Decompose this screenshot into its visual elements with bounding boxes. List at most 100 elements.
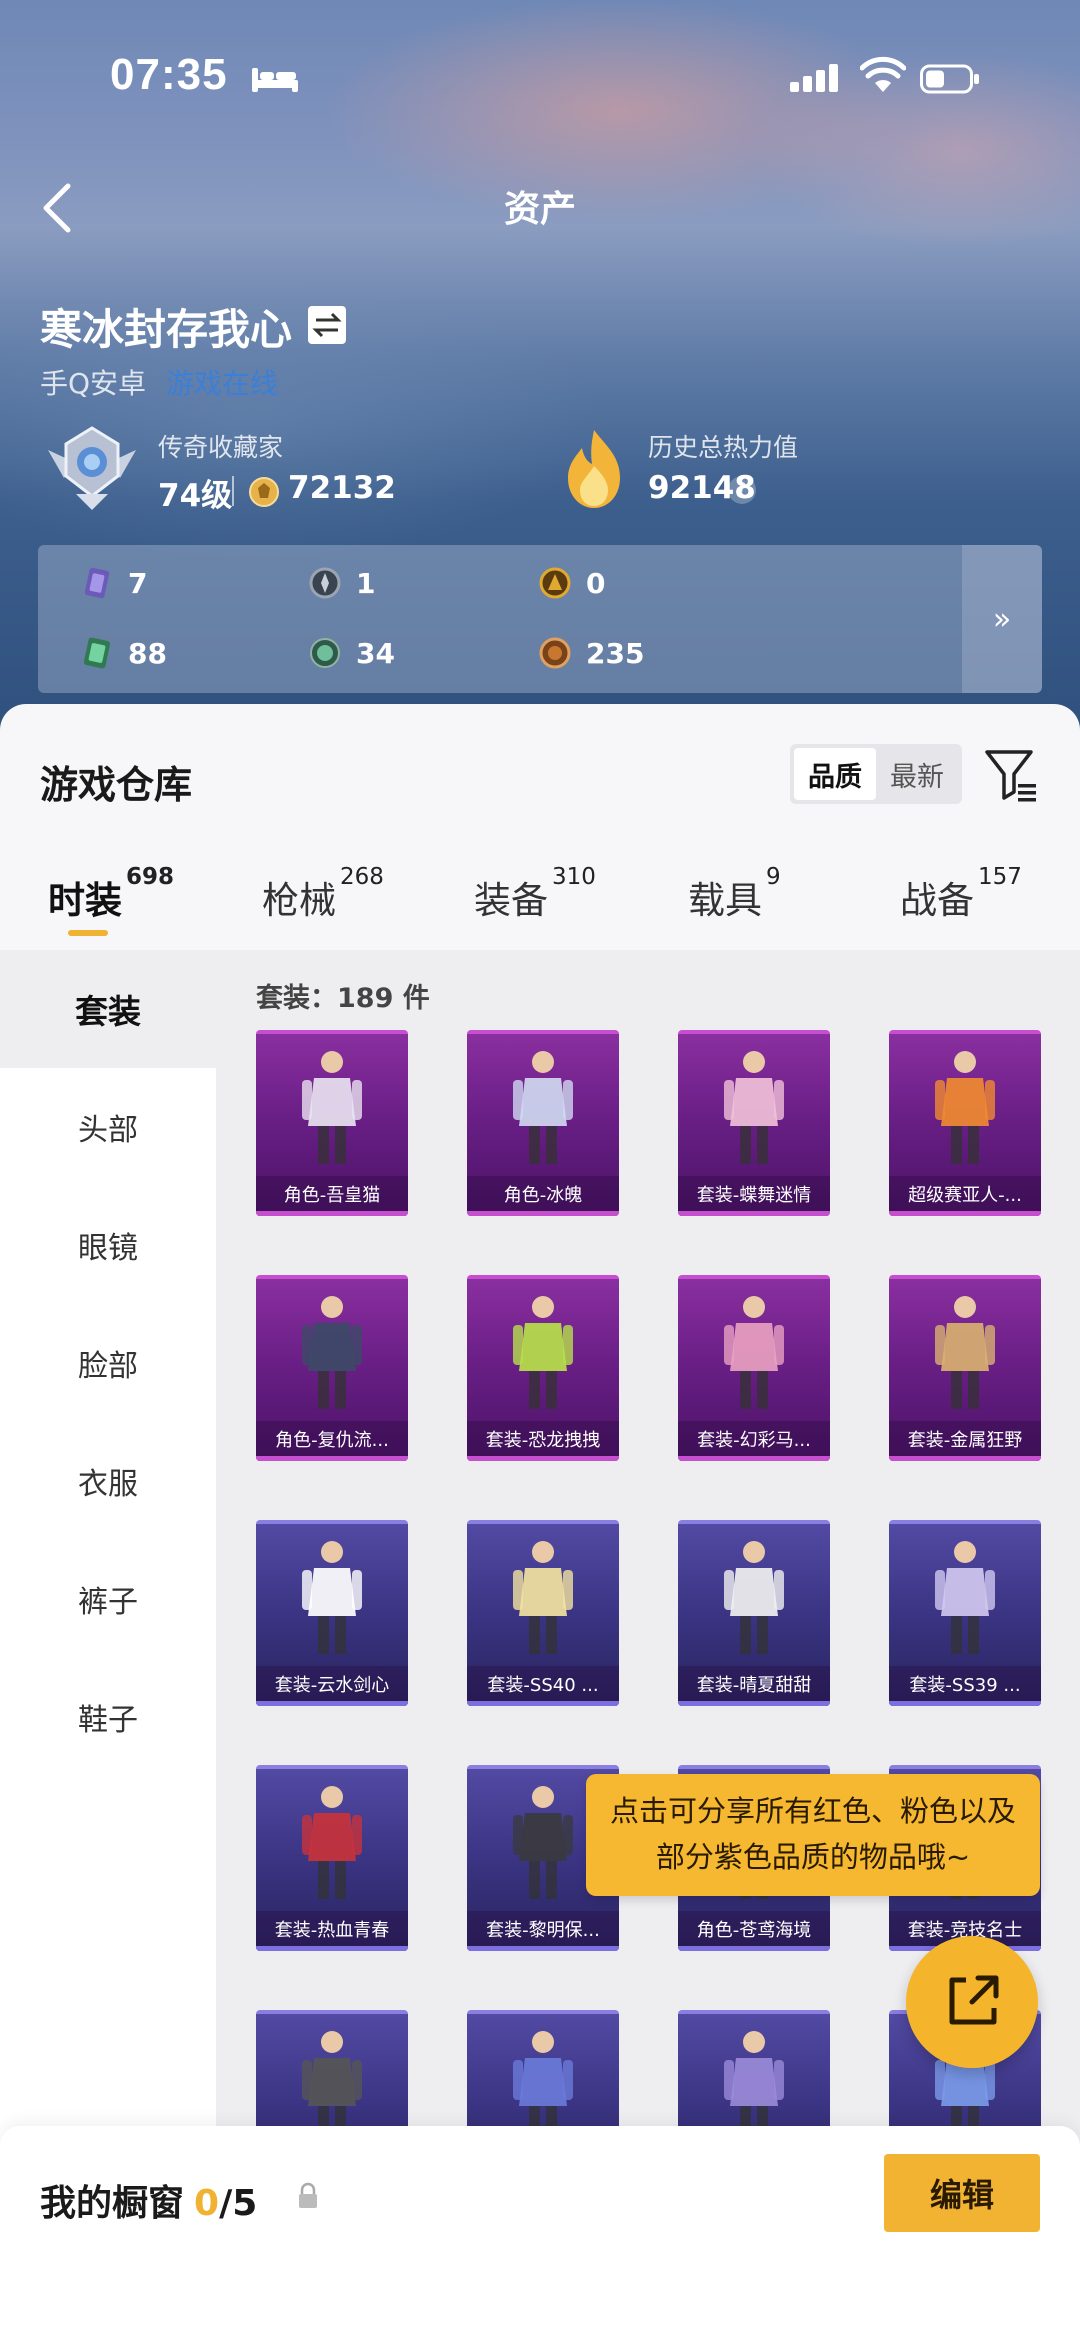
- resource-item: 235: [538, 633, 644, 673]
- item-card[interactable]: 套装-热血青春: [256, 1765, 408, 1951]
- rank-label: 传奇收藏家: [158, 433, 284, 462]
- item-name: 套装-蝶舞迷情: [678, 1176, 830, 1216]
- tab-label: 时装: [48, 879, 122, 922]
- rarity-bar: [256, 1211, 408, 1216]
- outfit-figure-icon: [513, 1541, 573, 1654]
- rarity-bar: [889, 1211, 1041, 1216]
- item-name: 角色-苍鸢海境: [678, 1911, 830, 1951]
- share-icon[interactable]: [906, 1936, 1038, 2068]
- ticket-icon: [83, 637, 111, 669]
- sidebar-item-clothes[interactable]: 衣服: [0, 1422, 216, 1540]
- item-card[interactable]: 套装-幻彩马...: [678, 1275, 830, 1461]
- warehouse-sheet: 游戏仓库 品质 最新 时装698 枪械268 装备310 载具9 战备157 套…: [0, 704, 1080, 2346]
- orb-icon: [310, 638, 340, 668]
- grid-header: 套装：189 件: [256, 983, 430, 1014]
- item-card[interactable]: 角色-冰魄: [467, 1030, 619, 1216]
- item-name: 超级赛亚人-...: [889, 1176, 1041, 1216]
- showcase-bar: 我的橱窗 0/5 编辑: [0, 2126, 1080, 2346]
- heat-label: 历史总热力值: [648, 433, 799, 462]
- tab-fashion[interactable]: 时装698: [48, 864, 174, 924]
- level: 74级: [158, 478, 233, 514]
- outfit-figure-icon: [724, 1051, 784, 1164]
- coin-count: 72132: [288, 470, 396, 506]
- rarity-bar: [889, 1456, 1041, 1461]
- resource-value: 34: [356, 636, 395, 670]
- resource-value: 0: [586, 566, 606, 600]
- tab-vehicles[interactable]: 载具9: [688, 864, 781, 924]
- tab-label: 枪械: [262, 879, 336, 922]
- outfit-figure-icon: [513, 1296, 573, 1409]
- showcase-label: 我的橱窗: [40, 2183, 185, 2224]
- sort-newest-button[interactable]: 最新: [876, 748, 958, 800]
- resources-more-button[interactable]: »: [962, 545, 1042, 693]
- rarity-bar: [256, 1946, 408, 1951]
- help-icon[interactable]: ?: [728, 476, 756, 504]
- item-card[interactable]: 套装-蝶舞迷情: [678, 1030, 830, 1216]
- warehouse-title: 游戏仓库: [40, 763, 193, 807]
- edit-button[interactable]: 编辑: [884, 2154, 1040, 2232]
- rarity-bar: [678, 1946, 830, 1951]
- item-card[interactable]: 套装-金属狂野: [889, 1275, 1041, 1461]
- compass-icon: [309, 567, 341, 599]
- filter-icon[interactable]: [984, 748, 1038, 804]
- showcase-current: 0: [194, 2183, 220, 2224]
- item-name: 套装-热血青春: [256, 1911, 408, 1951]
- resource-item: 1: [308, 563, 375, 603]
- resource-value: 7: [128, 566, 148, 600]
- tab-count: 310: [552, 864, 596, 890]
- sort-toggle[interactable]: 品质 最新: [790, 744, 962, 804]
- outfit-figure-icon: [302, 1051, 362, 1164]
- switch-account-icon[interactable]: [308, 306, 346, 344]
- item-card[interactable]: 角色-吾皇猫: [256, 1030, 408, 1216]
- lock-icon: [299, 2182, 317, 2208]
- sidebar-item-pants[interactable]: 裤子: [0, 1540, 216, 1658]
- platform-info: 手Q安卓 游戏在线: [40, 362, 278, 402]
- username: 寒冰封存我心: [40, 305, 293, 354]
- page-title: 资产: [503, 189, 576, 230]
- bed-icon: [252, 68, 298, 92]
- battery-icon: [920, 64, 979, 94]
- item-card[interactable]: 套装-云水剑心: [256, 1520, 408, 1706]
- sidebar-item-face[interactable]: 脸部: [0, 1304, 216, 1422]
- rarity-bar: [678, 1211, 830, 1216]
- item-name: 套装-恐龙拽拽: [467, 1421, 619, 1461]
- tab-equipment[interactable]: 装备310: [474, 864, 596, 924]
- outfit-figure-icon: [302, 1541, 362, 1654]
- profile-header: 07:35 资产 寒冰封存我心 手Q安卓 游戏在线 传奇收藏家 74级 7213…: [0, 0, 1080, 760]
- bronze-coin-icon: [539, 637, 571, 669]
- collector-badge-icon: [48, 426, 136, 510]
- tab-weapons[interactable]: 枪械268: [262, 864, 384, 924]
- clock: 07:35: [110, 50, 228, 99]
- online-status: 游戏在线: [166, 367, 279, 400]
- item-name: 套装-金属狂野: [889, 1421, 1041, 1461]
- sidebar-item-head[interactable]: 头部: [0, 1068, 216, 1186]
- outfit-figure-icon: [513, 1786, 573, 1899]
- tab-supplies[interactable]: 战备157: [900, 864, 1022, 924]
- item-card[interactable]: 套装-恐龙拽拽: [467, 1275, 619, 1461]
- card-icon: [84, 567, 110, 599]
- share-tooltip: 点击可分享所有红色、粉色以及 部分紫色品质的物品哦~: [586, 1774, 1040, 1896]
- sidebar-item-shoes[interactable]: 鞋子: [0, 1658, 216, 1776]
- rarity-bar: [256, 1701, 408, 1706]
- item-name: 套装-晴夏甜甜: [678, 1666, 830, 1706]
- outfit-figure-icon: [513, 1051, 573, 1164]
- item-card[interactable]: 超级赛亚人-...: [889, 1030, 1041, 1216]
- item-card[interactable]: 角色-复仇流...: [256, 1275, 408, 1461]
- item-card[interactable]: 套装-SS40 ...: [467, 1520, 619, 1706]
- tab-label: 装备: [474, 879, 548, 922]
- rarity-bar: [889, 1701, 1041, 1706]
- wifi-icon: [860, 56, 906, 92]
- sidebar-item-suit[interactable]: 套装: [0, 950, 216, 1068]
- outfit-figure-icon: [724, 1541, 784, 1654]
- item-name: 角色-吾皇猫: [256, 1176, 408, 1216]
- outfit-figure-icon: [302, 1296, 362, 1409]
- resource-value: 235: [586, 636, 645, 670]
- item-card[interactable]: 套装-SS39 ...: [889, 1520, 1041, 1706]
- item-card[interactable]: 套装-晴夏甜甜: [678, 1520, 830, 1706]
- tab-label: 战备: [900, 879, 974, 922]
- category-tabs: 时装698 枪械268 装备310 载具9 战备157: [0, 864, 1080, 950]
- sort-quality-button[interactable]: 品质: [794, 748, 876, 800]
- resource-value: 88: [128, 636, 167, 670]
- resource-panel[interactable]: 7 1 0 88 34 235 »: [38, 545, 1042, 693]
- sidebar-item-glasses[interactable]: 眼镜: [0, 1186, 216, 1304]
